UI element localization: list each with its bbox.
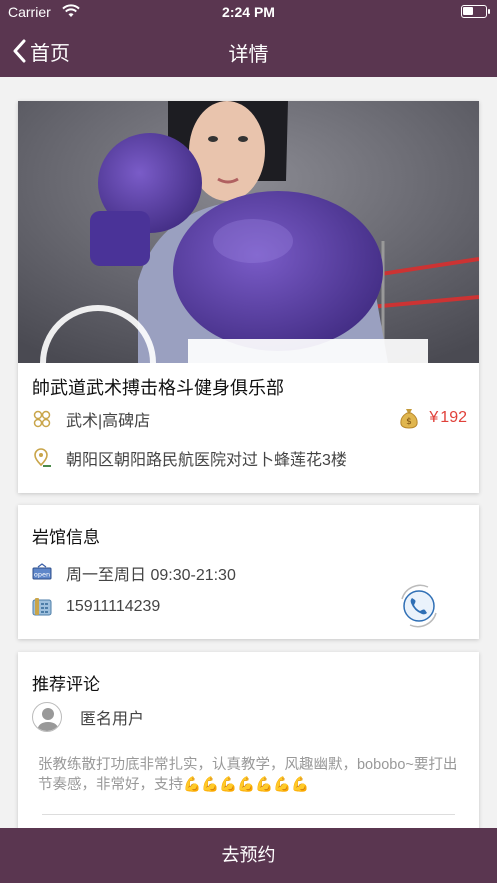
category-row: 武术|高碑店: [32, 407, 150, 431]
navigation-bar: 首页 详情: [0, 24, 497, 77]
gym-photo: [18, 101, 479, 363]
status-bar: Carrier 2:24 PM: [0, 0, 497, 24]
price-value: 192: [440, 409, 467, 426]
phone-label: 15911114239: [66, 598, 161, 615]
hours-label: 周一至周日 09:30-21:30: [66, 567, 236, 584]
phone-row[interactable]: 15911114239: [32, 597, 160, 617]
reviews-title: 推荐评论: [32, 675, 100, 694]
reviews-card: 推荐评论 匿名用户 张教练散打功底非常扎实，认真教学，风趣幽默，bobobo~要…: [18, 652, 479, 828]
battery-icon: [461, 5, 490, 18]
price-symbol: ¥: [429, 409, 439, 426]
gym-name: 帥武道武术搏击格斗健身俱乐部: [32, 378, 284, 398]
review-username: 匿名用户: [80, 711, 145, 728]
clock: 2:24 PM: [222, 4, 275, 20]
category-label: 武术|高碑店: [66, 413, 151, 430]
category-grid-icon: [33, 410, 51, 428]
hours-row: open 周一至周日 09:30-21:30: [32, 561, 236, 585]
page-title: 详情: [228, 44, 269, 66]
book-button[interactable]: 去预约: [0, 828, 497, 883]
review-user: 匿名用户: [32, 702, 144, 732]
review-text: 张教练散打功底非常扎实，认真教学，风趣幽默，bobobo~要打出节奏感，非常好，…: [38, 757, 458, 793]
venue-info-card: 岩馆信息 open 周一至周日 09:30-21:30 15911114239: [18, 505, 479, 639]
detail-content[interactable]: 帥武道武术搏击格斗健身俱乐部 武术|高碑店 $ ¥ 192 朝阳区朝阳路民航医院…: [0, 77, 497, 828]
price: $ ¥ 192: [399, 407, 467, 429]
money-bag-icon: $: [400, 409, 419, 429]
review-divider: [42, 814, 455, 815]
phone-call-icon[interactable]: [394, 581, 444, 631]
telephone-icon: [32, 598, 52, 616]
svg-text:$: $: [407, 417, 413, 427]
venue-info-title: 岩馆信息: [32, 528, 100, 547]
address-label: 朝阳区朝阳路民航医院对过卜蜂莲花3楼: [66, 452, 347, 469]
address-row[interactable]: 朝阳区朝阳路民航医院对过卜蜂莲花3楼: [32, 446, 347, 470]
open-sign-icon: open: [32, 563, 52, 580]
location-pin-icon: [34, 448, 51, 467]
svg-text:open: open: [34, 571, 50, 579]
gym-card: 帥武道武术搏击格斗健身俱乐部 武术|高碑店 $ ¥ 192 朝阳区朝阳路民航医院…: [18, 101, 479, 493]
user-avatar-icon: [32, 702, 62, 732]
